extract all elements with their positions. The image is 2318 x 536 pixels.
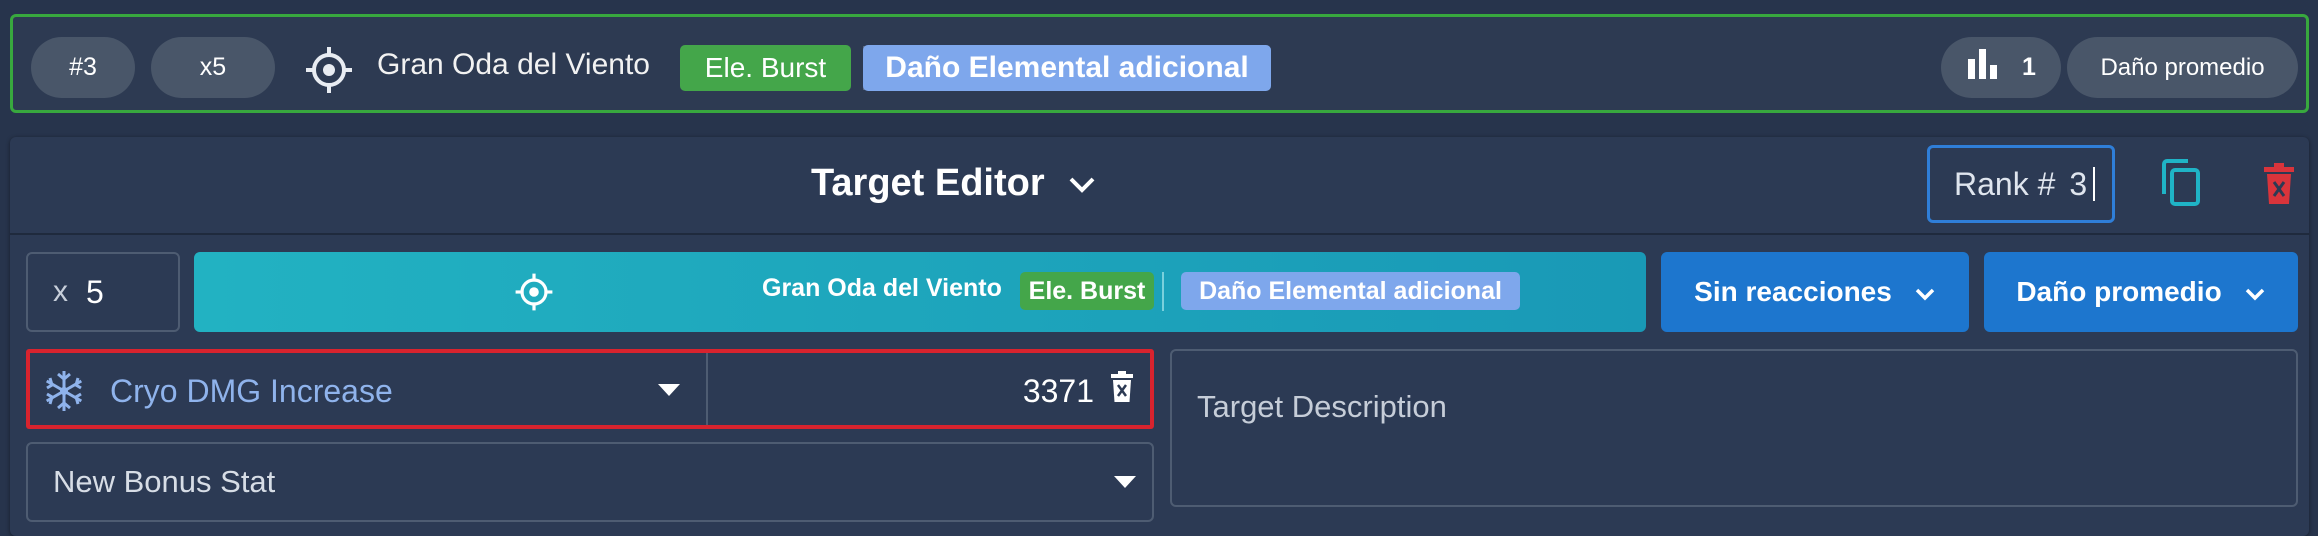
target-summary-bar[interactable]: #3 x5 Gran Oda del Viento Ele. Burst Dañ…: [10, 14, 2309, 113]
dropdown-arrow-icon: [1114, 475, 1136, 493]
bonus-stat-value-input[interactable]: 3371: [720, 373, 1094, 410]
stat-count: 1: [2022, 53, 2036, 81]
editor-title-text: Target Editor: [811, 162, 1045, 204]
bar-chart-icon: [1966, 47, 2000, 88]
new-bonus-stat-placeholder: New Bonus Stat: [53, 464, 276, 499]
extra-damage-tag: Daño Elemental adicional: [1181, 272, 1520, 310]
crosshair-icon: [514, 272, 554, 317]
rank-input[interactable]: Rank # 3: [1927, 145, 2115, 223]
dropdown-arrow-icon: [658, 383, 680, 401]
trash-icon[interactable]: [1110, 371, 1134, 408]
copy-icon[interactable]: [2158, 158, 2202, 213]
target-editor-card: Target Editor Rank # 3 x 5 Gran Oda del …: [10, 137, 2309, 536]
damage-mode-dropdown[interactable]: Daño promedio: [1984, 252, 2298, 332]
trash-icon[interactable]: [2262, 163, 2296, 210]
target-description-field[interactable]: Target Description: [1170, 349, 2298, 507]
target-name: Gran Oda del Viento: [762, 274, 1002, 302]
target-description-placeholder: Target Description: [1197, 389, 1447, 424]
editor-header: Target Editor Rank # 3: [10, 137, 2309, 235]
damage-mode-chip[interactable]: Daño promedio: [2067, 37, 2298, 98]
target-select-button[interactable]: Gran Oda del Viento Ele. Burst Daño Elem…: [194, 252, 1646, 332]
burst-tag: Ele. Burst: [1020, 272, 1154, 310]
bonus-stat-select[interactable]: Cryo DMG Increase: [30, 353, 708, 425]
target-name: Gran Oda del Viento: [377, 48, 650, 81]
editor-title[interactable]: Target Editor: [811, 162, 1097, 205]
extra-damage-tag: Daño Elemental adicional: [863, 45, 1271, 91]
new-bonus-stat-select[interactable]: New Bonus Stat: [26, 442, 1154, 522]
damage-mode-label: Daño promedio: [2016, 276, 2222, 307]
chevron-down-icon[interactable]: [1067, 162, 1097, 205]
reaction-label: Sin reacciones: [1694, 276, 1892, 307]
snowflake-icon: [42, 369, 86, 418]
tag-divider: [1162, 272, 1164, 311]
stat-count-chip[interactable]: 1: [1941, 37, 2061, 98]
reaction-dropdown[interactable]: Sin reacciones: [1661, 252, 1969, 332]
multiplier-input[interactable]: x 5: [26, 252, 180, 332]
rank-chip[interactable]: #3: [31, 37, 135, 98]
bonus-stat-row: Cryo DMG Increase 3371: [26, 349, 1154, 429]
burst-tag: Ele. Burst: [680, 45, 851, 91]
rank-value[interactable]: 3: [2069, 166, 2087, 203]
chevron-down-icon: [2244, 276, 2266, 308]
bonus-stat-label: Cryo DMG Increase: [110, 373, 393, 409]
multiplier-value[interactable]: 5: [86, 274, 104, 311]
chevron-down-icon: [1914, 276, 1936, 308]
multiplier-chip[interactable]: x5: [151, 37, 275, 98]
rank-prefix: Rank #: [1954, 165, 2056, 202]
multiplier-prefix: x: [53, 275, 68, 308]
crosshair-icon: [304, 45, 354, 100]
text-cursor: [2093, 167, 2096, 201]
